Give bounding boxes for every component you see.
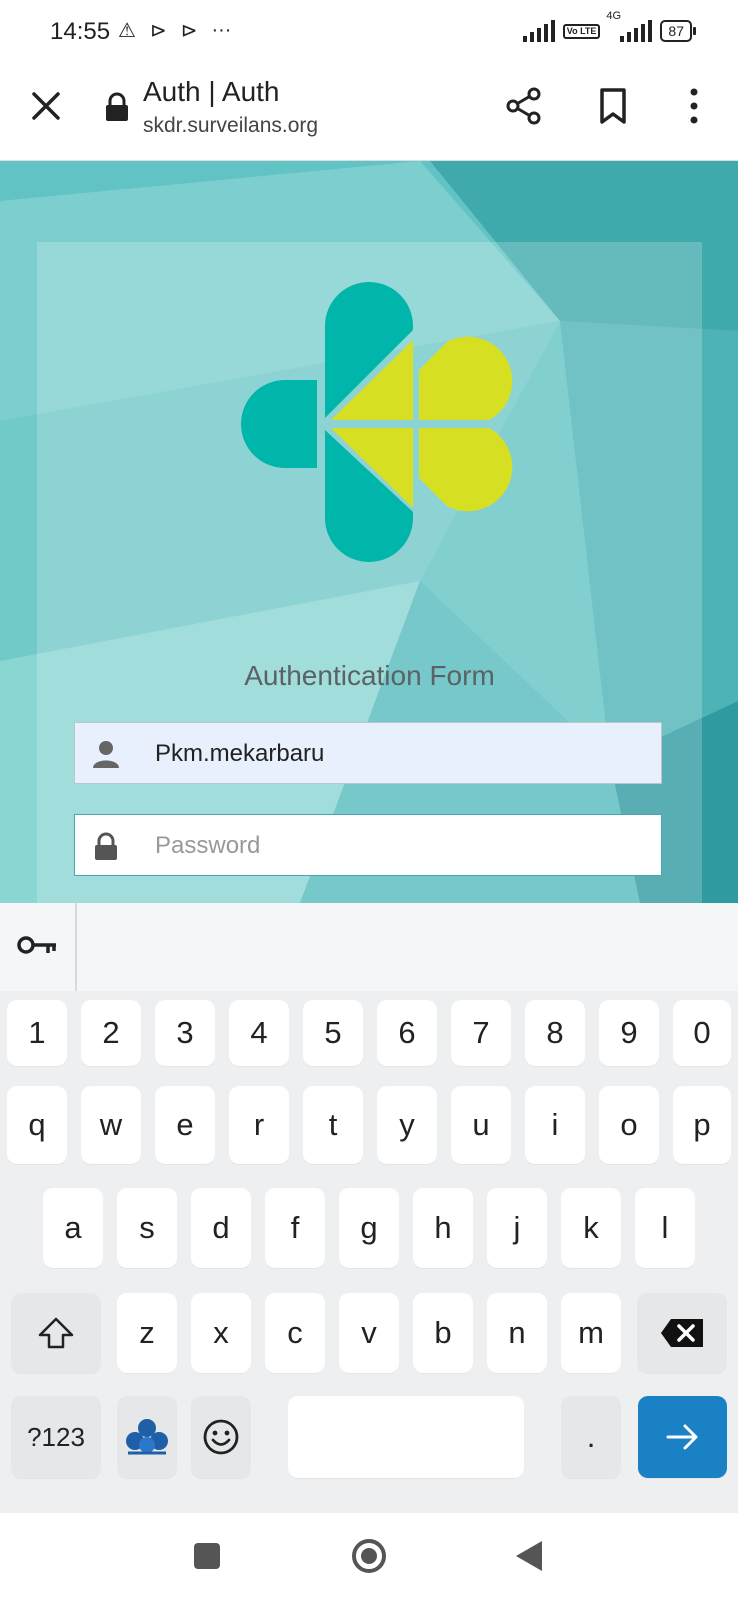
system-icons: Vo LTE 4G 87 [522, 10, 696, 42]
key-t[interactable]: t [303, 1086, 363, 1164]
username-field[interactable]: Pkm.mekarbaru [74, 722, 662, 784]
more-dots-icon: ··· [211, 19, 232, 41]
recent-apps-icon[interactable] [194, 1543, 220, 1569]
enter-key[interactable] [638, 1396, 727, 1478]
strip-divider [75, 903, 77, 991]
lock-icon[interactable] [104, 92, 130, 122]
symbols-label: ?123 [27, 1421, 85, 1452]
play-icon: ⊳ [180, 20, 198, 42]
key-x[interactable]: x [191, 1293, 251, 1373]
key-m[interactable]: m [561, 1293, 621, 1373]
key-e[interactable]: e [155, 1086, 215, 1164]
back-icon[interactable] [514, 1539, 544, 1573]
key-n[interactable]: n [487, 1293, 547, 1373]
browser-toolbar: Auth | Auth skdr.surveilans.org [0, 64, 738, 161]
bookmark-icon[interactable] [596, 86, 630, 126]
key-7[interactable]: 7 [451, 1000, 511, 1066]
password-field[interactable]: Password [74, 814, 662, 876]
signal-4g-icon: 4G [606, 10, 653, 42]
username-value[interactable]: Pkm.mekarbaru [155, 740, 324, 768]
symbols-key[interactable]: ?123 [11, 1396, 101, 1478]
status-bar: 14:55 ⚠ ⊳ ⊳ ··· Vo LTE 4G 87 [0, 0, 738, 64]
key-2[interactable]: 2 [81, 1000, 141, 1066]
auth-card: Authentication Form Pkm.mekarbaru Passwo… [37, 242, 702, 903]
key-0[interactable]: 0 [673, 1000, 731, 1066]
overflow-menu-icon[interactable] [684, 86, 704, 126]
alert-icon: ⚠ [118, 20, 136, 42]
key-9[interactable]: 9 [599, 1000, 659, 1066]
web-page: Authentication Form Pkm.mekarbaru Passwo… [0, 161, 738, 903]
signal-icon [522, 20, 555, 42]
lock-icon [95, 832, 117, 860]
key-l[interactable]: l [635, 1188, 695, 1268]
backspace-icon [661, 1319, 703, 1347]
key-z[interactable]: z [117, 1293, 177, 1373]
key-5[interactable]: 5 [303, 1000, 363, 1066]
key-r[interactable]: r [229, 1086, 289, 1164]
password-key-icon[interactable] [16, 933, 60, 963]
emoji-key[interactable] [191, 1396, 251, 1478]
network-label: 4G [606, 10, 622, 22]
keyboard-theme-icon [126, 1419, 168, 1455]
home-icon[interactable] [350, 1537, 388, 1575]
battery-icon: 87 [660, 20, 696, 42]
keyboard-theme-key[interactable] [117, 1396, 177, 1478]
key-v[interactable]: v [339, 1293, 399, 1373]
key-k[interactable]: k [561, 1188, 621, 1268]
notification-icons: ⚠ ⊳ ⊳ ··· [118, 18, 231, 43]
form-title: Authentication Form [244, 660, 495, 691]
close-icon[interactable] [26, 86, 66, 126]
key-i[interactable]: i [525, 1086, 585, 1164]
play-icon: ⊳ [149, 20, 167, 42]
key-p[interactable]: p [673, 1086, 731, 1164]
system-nav-bar [0, 1513, 738, 1600]
space-key[interactable] [288, 1396, 524, 1478]
key-d[interactable]: d [191, 1188, 251, 1268]
key-o[interactable]: o [599, 1086, 659, 1164]
key-y[interactable]: y [377, 1086, 437, 1164]
share-icon[interactable] [504, 86, 544, 126]
key-w[interactable]: w [81, 1086, 141, 1164]
password-placeholder[interactable]: Password [155, 832, 260, 860]
emoji-icon [203, 1419, 239, 1455]
shift-key[interactable] [11, 1293, 101, 1373]
shift-icon [38, 1317, 74, 1349]
user-icon [93, 741, 119, 768]
key-b[interactable]: b [413, 1293, 473, 1373]
key-1[interactable]: 1 [7, 1000, 67, 1066]
page-title[interactable]: Auth | Auth [143, 76, 280, 108]
enter-arrow-icon [666, 1424, 697, 1450]
key-s[interactable]: s [117, 1188, 177, 1268]
key-a[interactable]: a [43, 1188, 103, 1268]
kemenkes-logo [241, 282, 513, 562]
key-f[interactable]: f [265, 1188, 325, 1268]
key-6[interactable]: 6 [377, 1000, 437, 1066]
on-screen-keyboard: 1 2 3 4 5 6 7 8 9 0 q w e r t y u i o p … [0, 903, 738, 1513]
backspace-key[interactable] [637, 1293, 727, 1373]
key-q[interactable]: q [7, 1086, 67, 1164]
key-4[interactable]: 4 [229, 1000, 289, 1066]
key-u[interactable]: u [451, 1086, 511, 1164]
page-url[interactable]: skdr.surveilans.org [143, 114, 318, 138]
period-key[interactable]: . [561, 1396, 621, 1478]
key-8[interactable]: 8 [525, 1000, 585, 1066]
suggestion-strip [0, 903, 738, 991]
key-h[interactable]: h [413, 1188, 473, 1268]
key-c[interactable]: c [265, 1293, 325, 1373]
key-3[interactable]: 3 [155, 1000, 215, 1066]
key-g[interactable]: g [339, 1188, 399, 1268]
key-j[interactable]: j [487, 1188, 547, 1268]
volte-icon: Vo LTE [562, 23, 601, 39]
status-time: 14:55 [50, 18, 111, 45]
